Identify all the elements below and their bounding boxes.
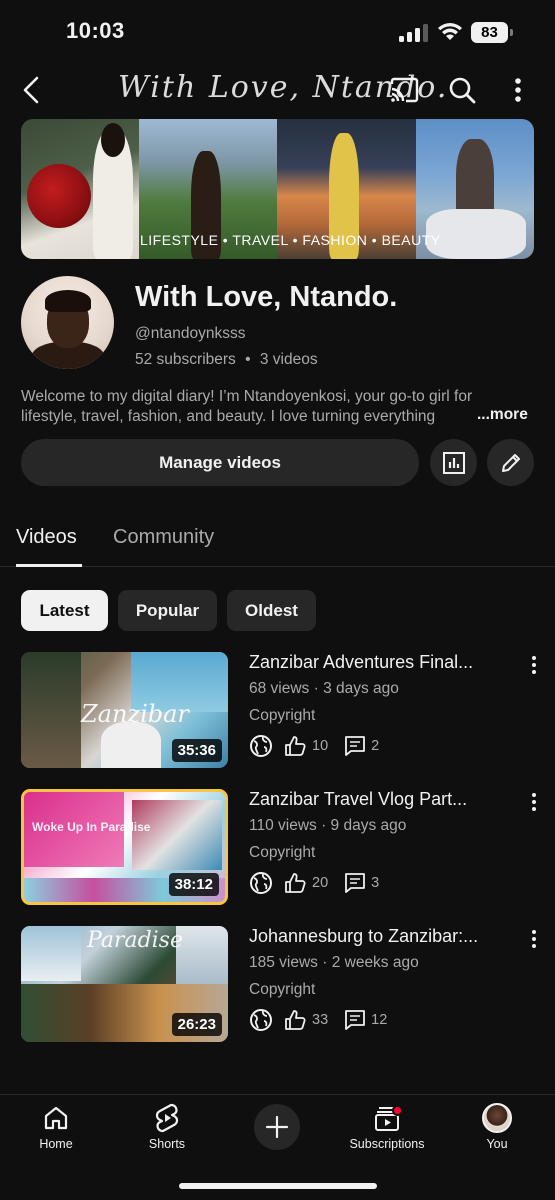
nav-you-label: You xyxy=(486,1137,508,1151)
channel-stats: 52 subscribers • 3 videos xyxy=(135,351,318,369)
status-bar: 10:03 83 xyxy=(0,0,555,66)
nav-shorts-label: Shorts xyxy=(148,1137,186,1151)
comment-icon xyxy=(345,736,366,756)
battery-indicator: 83 xyxy=(471,22,513,43)
analytics-button[interactable] xyxy=(430,439,477,486)
channel-name: With Love, Ntando. xyxy=(135,281,398,313)
user-avatar xyxy=(482,1103,512,1133)
analytics-icon xyxy=(442,451,465,474)
video-list-item[interactable]: Woke Up In Paradise 38:12 Zanzibar Trave… xyxy=(0,789,555,907)
video-stats-row: 20 3 xyxy=(249,871,379,895)
video-thumbnail[interactable]: Zanzibar 35:36 xyxy=(21,652,228,768)
add-icon xyxy=(265,1115,289,1139)
filter-chip-oldest[interactable]: Oldest xyxy=(227,590,316,631)
like-count: 33 xyxy=(312,1012,329,1028)
video-meta: 68 views · 3 days ago xyxy=(249,680,399,697)
like-count: 10 xyxy=(312,738,329,754)
stats-separator: • xyxy=(245,351,251,368)
manage-videos-button[interactable]: Manage videos xyxy=(21,439,419,486)
nav-subscriptions[interactable]: Subscriptions xyxy=(342,1095,432,1155)
like-count: 20 xyxy=(312,875,329,891)
thumbnail-text: Woke Up In Paradise xyxy=(32,820,151,834)
banner-tagline: LIFESTYLE • TRAVEL • FASHION • BEAUTY xyxy=(140,232,441,248)
video-stats-row: 10 2 xyxy=(249,734,379,758)
video-thumbnail[interactable]: Paradise 26:23 xyxy=(21,926,228,1042)
bottom-navigation: Home Shorts Subscriptions You xyxy=(0,1094,555,1200)
video-stats-row: 33 12 xyxy=(249,1008,387,1032)
video-status: Copyright xyxy=(249,981,316,998)
thumbs-up-icon xyxy=(285,1010,306,1030)
wifi-icon xyxy=(438,23,462,40)
notification-dot xyxy=(392,1105,403,1116)
video-status: Copyright xyxy=(249,844,316,861)
active-tab-indicator xyxy=(16,564,82,567)
edit-pencil-icon xyxy=(501,453,520,472)
video-meta: 185 views · 2 weeks ago xyxy=(249,954,419,971)
channel-handle: @ntandoynksss xyxy=(135,325,246,342)
subscriber-count: 52 subscribers xyxy=(135,351,236,368)
video-list-item[interactable]: Paradise 26:23 Johannesburg to Zanzibar:… xyxy=(0,926,555,1044)
thumbs-up-icon xyxy=(285,736,306,756)
description-line-1: Welcome to my digital diary! I’m Ntandoy… xyxy=(21,388,473,405)
filter-chip-latest[interactable]: Latest xyxy=(21,590,108,631)
nav-shorts[interactable]: Shorts xyxy=(137,1095,197,1155)
create-button[interactable] xyxy=(254,1104,300,1150)
thumbs-up-icon xyxy=(285,873,306,893)
nav-subscriptions-label: Subscriptions xyxy=(349,1137,425,1151)
video-title[interactable]: Zanzibar Adventures Final... xyxy=(249,652,517,673)
thumbnail-text: Zanzibar xyxy=(81,700,189,728)
more-link[interactable]: ...more xyxy=(473,406,528,424)
globe-icon xyxy=(250,1009,272,1031)
video-title[interactable]: Johannesburg to Zanzibar:... xyxy=(249,926,517,947)
channel-tabs: Videos Community xyxy=(0,510,555,567)
comment-count: 2 xyxy=(371,738,380,754)
tab-community[interactable]: Community xyxy=(113,526,214,549)
shorts-icon xyxy=(155,1103,179,1133)
nav-home[interactable]: Home xyxy=(26,1095,86,1155)
video-more-icon[interactable] xyxy=(526,928,542,950)
video-more-icon[interactable] xyxy=(526,654,542,676)
comment-icon xyxy=(345,1010,366,1030)
comment-icon xyxy=(345,873,366,893)
more-vertical-icon[interactable] xyxy=(502,74,534,106)
video-duration: 38:12 xyxy=(168,873,219,896)
search-icon[interactable] xyxy=(446,74,478,106)
video-meta: 110 views · 9 days ago xyxy=(249,817,407,834)
video-status: Copyright xyxy=(249,707,316,724)
thumbnail-text: Paradise xyxy=(87,928,183,953)
video-duration: 35:36 xyxy=(171,739,222,762)
video-more-icon[interactable] xyxy=(526,791,542,813)
video-duration: 26:23 xyxy=(171,1013,222,1036)
globe-icon xyxy=(250,735,272,757)
video-list-item[interactable]: Zanzibar 35:36 Zanzibar Adventures Final… xyxy=(0,652,555,770)
comment-count: 12 xyxy=(371,1012,388,1028)
nav-you[interactable]: You xyxy=(467,1095,527,1155)
comment-count: 3 xyxy=(371,875,380,891)
back-arrow-icon[interactable] xyxy=(16,74,48,106)
filter-chip-popular[interactable]: Popular xyxy=(118,590,217,631)
edit-channel-button[interactable] xyxy=(487,439,534,486)
video-thumbnail[interactable]: Woke Up In Paradise 38:12 xyxy=(21,789,228,905)
banner-photo-roses xyxy=(21,119,139,259)
video-title[interactable]: Zanzibar Travel Vlog Part... xyxy=(249,789,517,810)
video-count: 3 videos xyxy=(259,351,318,368)
home-icon xyxy=(44,1106,68,1130)
battery-level: 83 xyxy=(471,22,508,43)
channel-avatar[interactable] xyxy=(21,276,114,369)
home-indicator xyxy=(179,1183,377,1189)
description-line-2: lifestyle, travel, fashion, and beauty. … xyxy=(21,408,436,425)
globe-icon xyxy=(250,872,272,894)
nav-home-label: Home xyxy=(39,1137,73,1151)
tab-videos[interactable]: Videos xyxy=(16,526,77,549)
channel-description[interactable]: Welcome to my digital diary! I’m Ntandoy… xyxy=(21,387,534,427)
banner-script-text: With Love, Ntando. xyxy=(118,70,449,105)
cellular-signal-icon xyxy=(399,24,428,42)
status-time: 10:03 xyxy=(66,18,125,43)
